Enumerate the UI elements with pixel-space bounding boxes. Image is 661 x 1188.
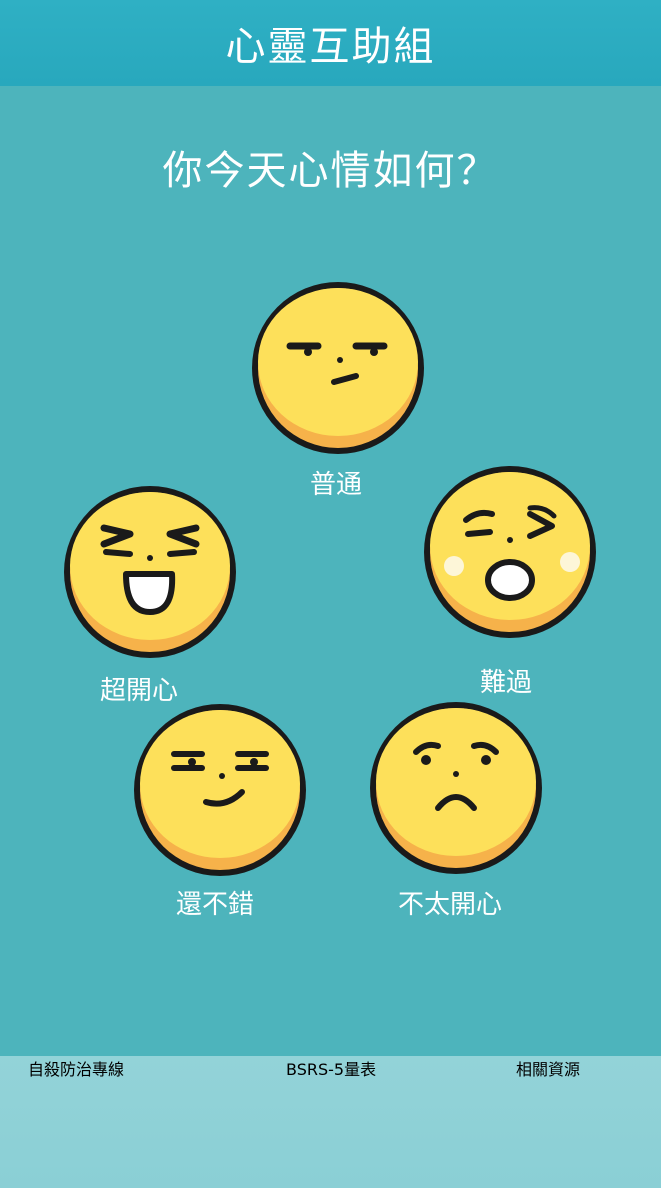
app-root: 心靈互助組 你今天心情如何？ 普通 超開心 難過 還不錯 不太開心 自殺防治專線… — [0, 0, 661, 1188]
sad-crying-face-icon — [424, 466, 596, 638]
mood-label-neutral[interactable]: 普通 — [310, 464, 362, 501]
mood-label-sad[interactable]: 難過 — [480, 662, 532, 699]
page-title: 心靈互助組 — [225, 24, 436, 70]
mood-option-okay[interactable] — [130, 700, 310, 880]
very-happy-face-icon — [64, 486, 236, 658]
nav-related-resources[interactable]: 相關資源 — [516, 1056, 661, 1188]
mood-label-unhappy[interactable]: 不太開心 — [398, 884, 502, 921]
mood-option-neutral[interactable] — [248, 278, 428, 458]
mood-option-very-happy[interactable] — [60, 482, 240, 662]
unhappy-face-icon — [370, 702, 542, 874]
header-bar: 心靈互助組 — [0, 0, 661, 86]
mood-option-unhappy[interactable] — [366, 698, 546, 878]
okay-face-icon — [134, 704, 306, 876]
mood-option-sad[interactable] — [420, 462, 600, 642]
mood-label-okay[interactable]: 還不錯 — [176, 884, 254, 921]
neutral-face-icon — [252, 282, 424, 454]
mood-question: 你今天心情如何？ — [162, 148, 499, 194]
